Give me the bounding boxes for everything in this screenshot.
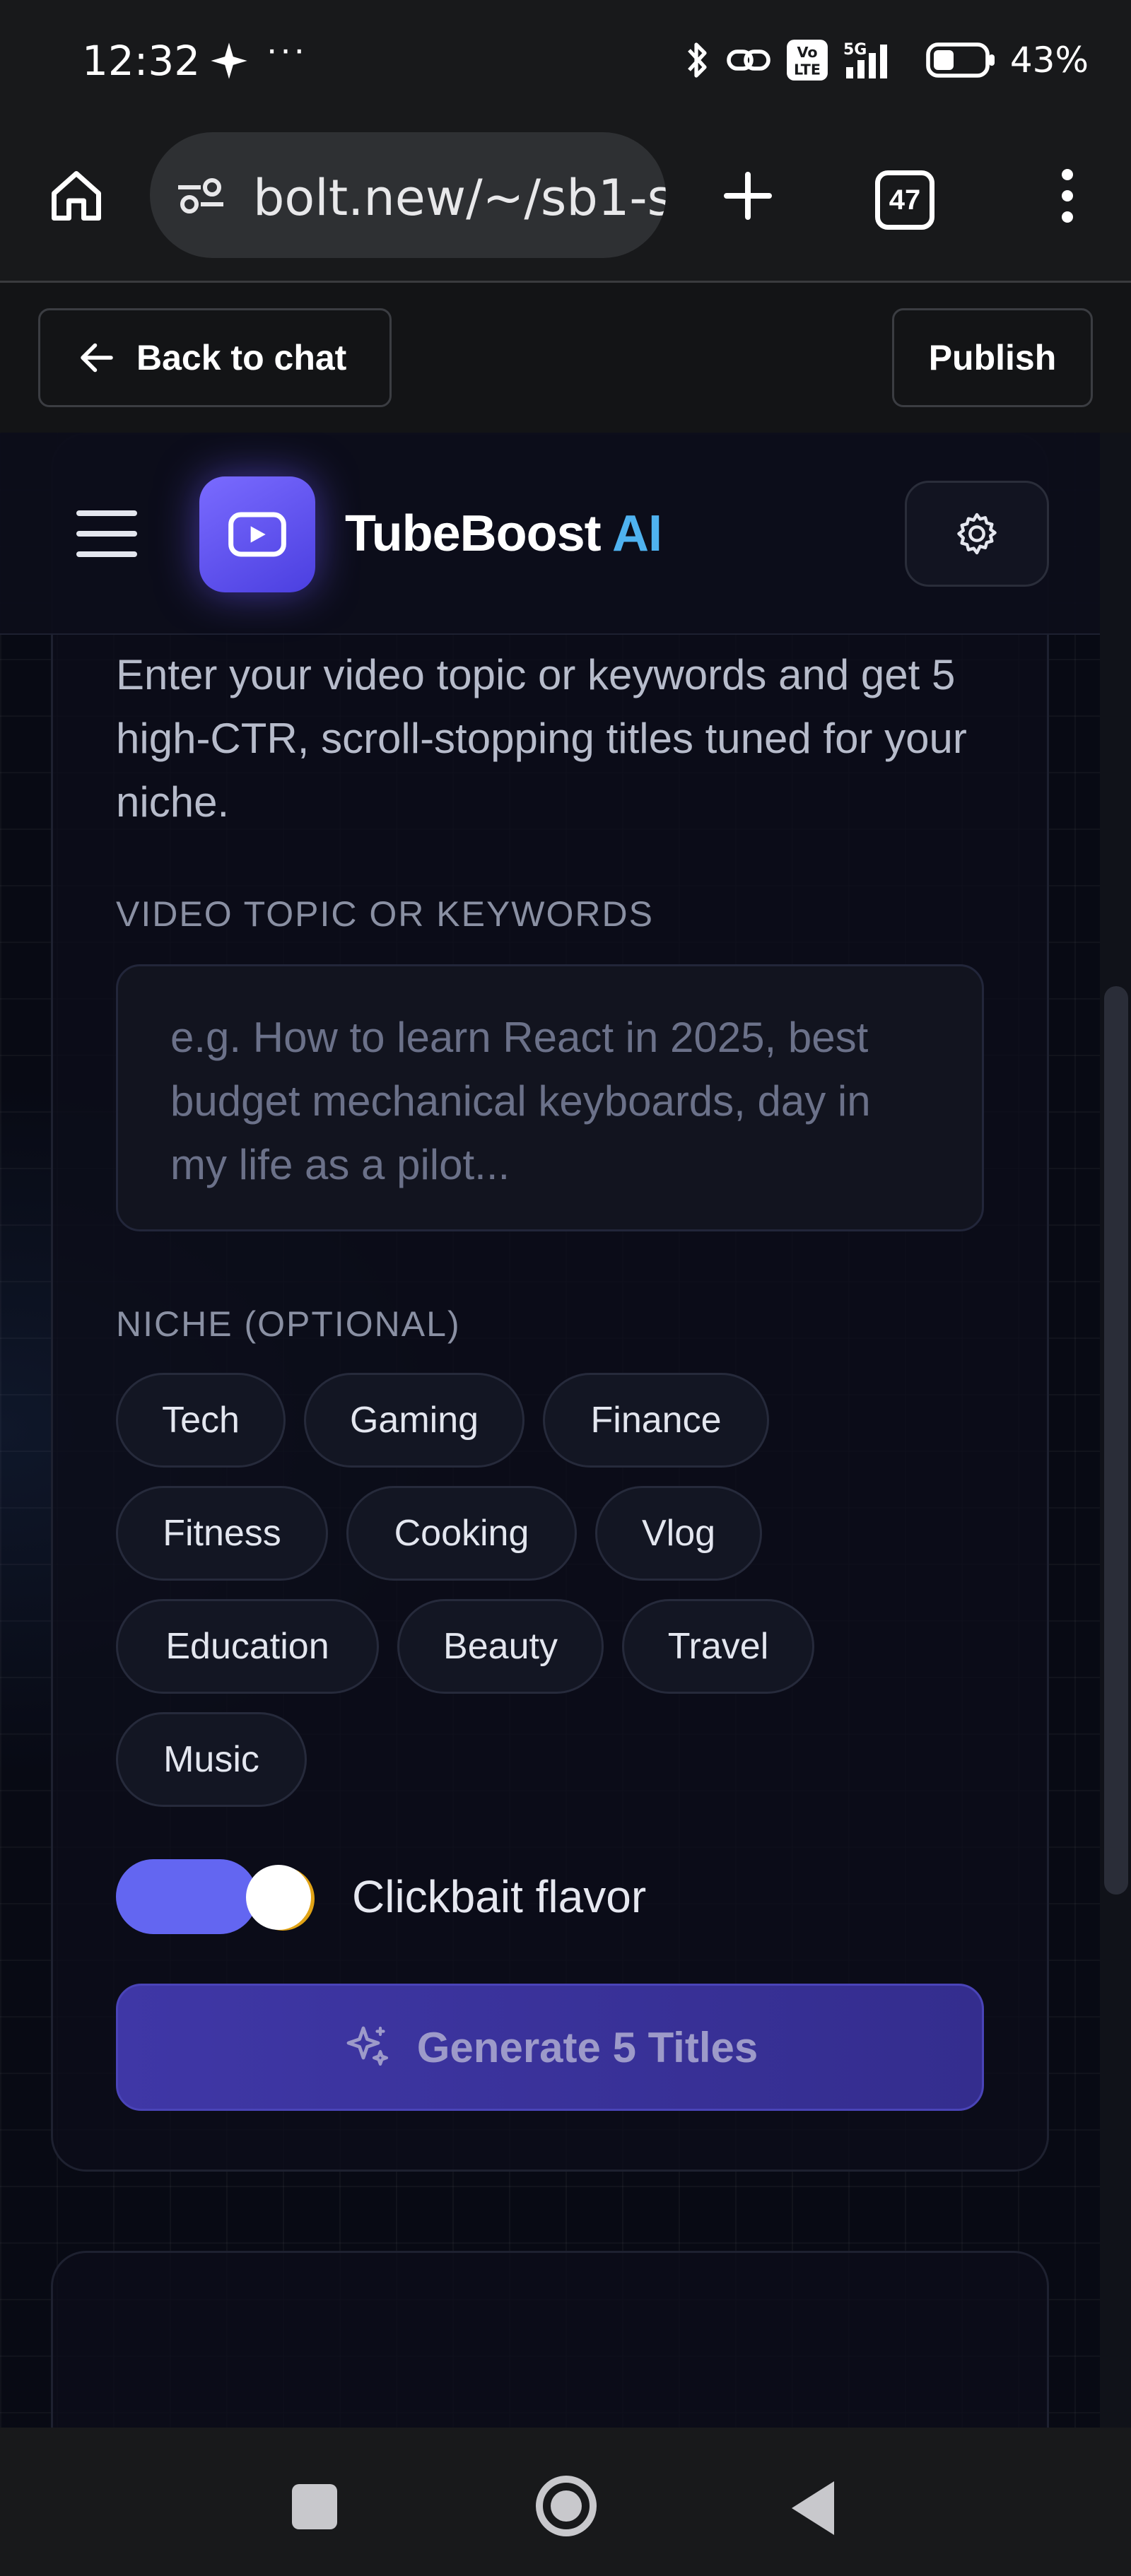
battery-icon [925, 40, 996, 80]
sparkles-icon [346, 2026, 388, 2066]
clickbait-toggle[interactable] [116, 1859, 321, 1934]
publish-button[interactable]: Publish [892, 308, 1093, 407]
back-to-chat-button[interactable]: Back to chat [38, 308, 392, 407]
status-bar: 12:32 ··· Vo LTE 5G 43% [0, 0, 1131, 124]
results-card [51, 2251, 1049, 2428]
niche-chip-travel[interactable]: Travel [622, 1599, 814, 1694]
recents-button[interactable] [292, 2484, 337, 2529]
battery-percent: 43% [1009, 40, 1089, 81]
niche-chip-gaming[interactable]: Gaming [304, 1373, 525, 1468]
spark-icon [209, 41, 249, 84]
niche-chip-fitness[interactable]: Fitness [116, 1486, 328, 1581]
niche-chip-cooking[interactable]: Cooking [346, 1486, 577, 1581]
niche-chip-music[interactable]: Music [116, 1712, 307, 1807]
address-bar[interactable]: bolt.new/~/sb1-s [150, 132, 666, 258]
topic-label: VIDEO TOPIC OR KEYWORDS [116, 894, 654, 934]
svg-text:LTE: LTE [794, 62, 821, 78]
arrow-left-icon [81, 343, 113, 373]
gear-icon [957, 513, 997, 555]
link-icon [726, 42, 771, 78]
brand-name: TubeBoost AI [345, 505, 662, 562]
preview-header: Back to chat Publish [0, 283, 1131, 433]
app-header: TubeBoost AI [0, 433, 1100, 635]
volte-icon: Vo LTE [785, 38, 829, 82]
app-viewport: Enter your video topic or keywords and g… [0, 433, 1100, 2428]
brand-accent: AI [611, 505, 662, 562]
niche-chip-finance[interactable]: Finance [543, 1373, 769, 1468]
browser-toolbar: bolt.new/~/sb1-s 47 [0, 124, 1131, 283]
scrollbar-thumb[interactable] [1104, 986, 1128, 1895]
home-icon [52, 171, 101, 221]
signal-5g-icon: 5G [843, 38, 911, 82]
niche-chip-education[interactable]: Education [116, 1599, 379, 1694]
status-time: 12:32 [82, 37, 201, 85]
url-text[interactable]: bolt.new/~/sb1-s [253, 169, 666, 227]
description-text: Enter your video topic or keywords and g… [116, 651, 967, 826]
generate-titles-label: Generate 5 Titles [416, 2023, 758, 2071]
clickbait-label: Clickbait flavor [352, 1871, 647, 1922]
bluetooth-icon [684, 39, 712, 81]
topic-input[interactable] [116, 964, 984, 1231]
home-button[interactable] [42, 162, 110, 230]
niche-chip-vlog[interactable]: Vlog [595, 1486, 762, 1581]
niche-chip-tech[interactable]: Tech [116, 1373, 286, 1468]
site-settings-icon[interactable] [175, 176, 226, 219]
new-tab-button[interactable] [714, 162, 782, 230]
niche-chip-beauty[interactable]: Beauty [397, 1599, 604, 1694]
tab-switcher-button[interactable]: 47 [875, 170, 934, 230]
status-icons: Vo LTE 5G 43% [684, 35, 1089, 85]
system-nav-bar [0, 2428, 1131, 2576]
play-icon [228, 512, 286, 557]
home-nav-button[interactable] [536, 2476, 597, 2536]
notification-dots: ··· [266, 29, 307, 70]
back-nav-button[interactable] [792, 2481, 834, 2535]
settings-button[interactable] [905, 481, 1049, 587]
hamburger-menu-button[interactable] [76, 510, 137, 557]
more-menu-button[interactable] [1039, 162, 1096, 230]
plus-icon [724, 172, 772, 220]
niche-label: NICHE (OPTIONAL) [116, 1304, 461, 1344]
svg-text:Vo: Vo [797, 44, 817, 61]
generate-titles-button[interactable]: Generate 5 Titles [116, 1984, 984, 2111]
back-to-chat-label: Back to chat [136, 338, 347, 377]
logo [199, 476, 315, 592]
svg-text:5G: 5G [843, 41, 867, 59]
